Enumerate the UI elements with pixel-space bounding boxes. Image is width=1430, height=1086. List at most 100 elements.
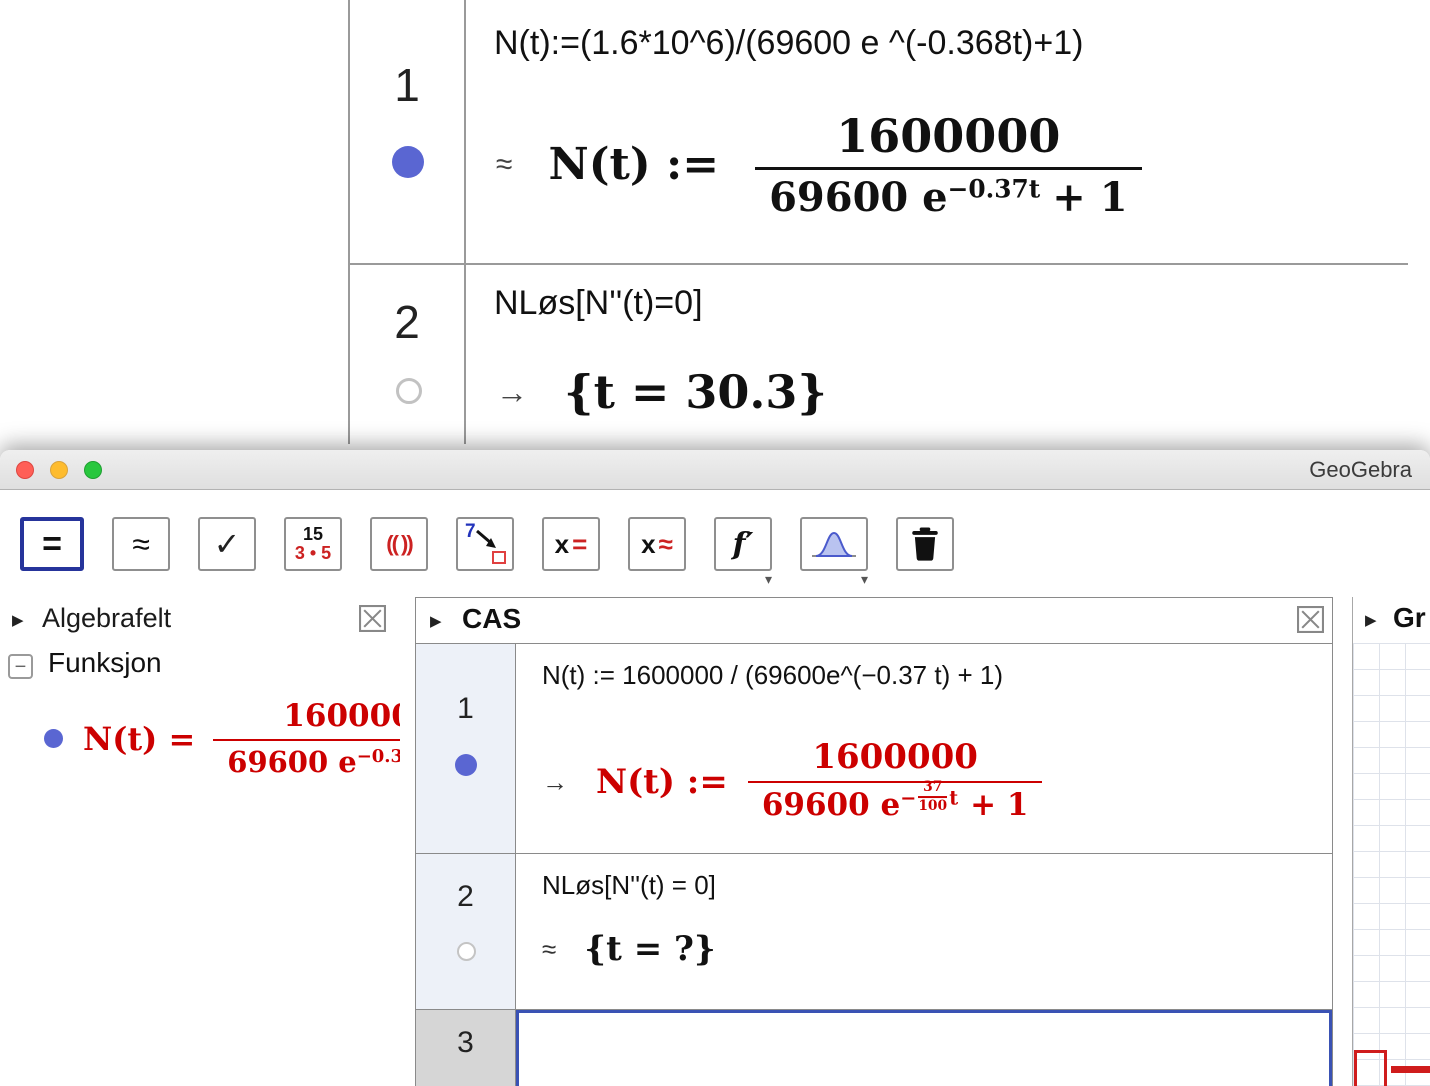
close-window-button[interactable]: [16, 461, 34, 479]
cas-output-row[interactable]: ≈ N(t) := 1600000 69600 e−0.37t+ 1: [496, 110, 1142, 221]
cas-row-number-cell[interactable]: 1: [416, 644, 516, 853]
result-fraction: 1600000 69600 e−0.37t+ 1: [755, 110, 1141, 221]
approx-glyph: ≈: [132, 526, 150, 563]
solve-button[interactable]: x=: [542, 517, 600, 571]
result-text: {t = 30.3}: [564, 366, 827, 419]
fraction-denominator: 69600 e−0.37t+ 1: [213, 739, 400, 779]
denominator-tail: + 1: [1052, 174, 1127, 221]
background-cas-row-number-column: 1 2: [350, 0, 466, 444]
exponent-variable: t: [949, 788, 958, 810]
result-lhs: N(t) :=: [548, 140, 719, 191]
denominator-exponent: −0.37t: [357, 747, 400, 768]
chevron-down-icon[interactable]: ▾: [765, 571, 772, 588]
normal-curve-icon: [810, 527, 858, 561]
graph-red-rectangle: [1354, 1050, 1387, 1086]
arrow-prefix: →: [542, 767, 568, 798]
equals-glyph: =: [42, 525, 62, 564]
cas-cell[interactable]: NLøs[N''(t) = 0] ≈ {t = ?}: [516, 854, 1332, 1009]
cas-output-row: → N(t) := 1600000 69600 e−37100t + 1: [542, 738, 1042, 826]
disclosure-triangle-icon[interactable]: ▶: [1365, 611, 1377, 629]
numeric-solve-button[interactable]: x≈: [628, 517, 686, 571]
nsolve-approx-glyph: ≈: [659, 529, 673, 560]
solve-x-glyph: x: [555, 529, 569, 560]
denominator-exponent: −37100t: [900, 781, 958, 815]
probability-calculator-button[interactable]: ▾: [800, 517, 868, 571]
fraction-numerator: 1600000: [748, 738, 1043, 781]
exponent-fraction-numerator: 37: [918, 780, 947, 798]
hidden-object-circle-icon[interactable]: [457, 942, 476, 961]
show-object-dot-icon[interactable]: [455, 754, 477, 776]
factor-top-text: 15: [303, 525, 323, 544]
section-label: Funksjon: [48, 647, 162, 679]
cas-row-number-cell[interactable]: 2: [416, 854, 516, 1009]
result-lhs: N(t) :=: [596, 763, 728, 802]
cas-input-text[interactable]: NLøs[N''(t) = 0]: [542, 870, 716, 901]
cas-row-number[interactable]: 2: [350, 295, 464, 349]
derivative-icon: f′: [733, 527, 754, 562]
algebra-view-panel: ▶ Algebrafelt − Funksjon N(t) = 1600000 …: [0, 597, 400, 1086]
cas-row-number: 2: [416, 880, 515, 914]
screen: 1 2 N(t):=(1.6*10^6)/(69600 e ^(-0.368t)…: [0, 0, 1430, 1086]
exponent-sign: −: [900, 788, 916, 810]
disclosure-triangle-icon[interactable]: ▶: [12, 611, 24, 629]
minimize-window-button[interactable]: [50, 461, 68, 479]
derivative-button[interactable]: f′ ▾: [714, 517, 772, 571]
solve-equals-glyph: =: [572, 529, 587, 560]
close-icon[interactable]: [359, 605, 386, 632]
cas-cell[interactable]: N(t) := 1600000 / (69600e^(−0.37 t) + 1)…: [516, 644, 1332, 853]
expand-button[interactable]: (( )): [370, 517, 428, 571]
delete-button[interactable]: [896, 517, 954, 571]
cas-input-text[interactable]: N(t):=(1.6*10^6)/(69600 e ^(-0.368t)+1): [494, 24, 1083, 63]
evaluate-button[interactable]: =: [20, 517, 84, 571]
substitute-digit: 7: [465, 521, 476, 543]
algebra-function-item[interactable]: N(t) = 1600000 69600 e−0.37t+ 1: [44, 699, 400, 779]
disclosure-triangle-icon[interactable]: ▶: [430, 612, 442, 630]
fraction-denominator: 69600 e−37100t + 1: [748, 781, 1043, 826]
substitute-button[interactable]: 7: [456, 517, 514, 571]
window-title: GeoGebra: [1309, 457, 1412, 483]
cas-row-number[interactable]: 1: [350, 58, 464, 112]
cas-output-row: ≈ {t = ?}: [542, 930, 716, 969]
solve-icon: x=: [555, 529, 588, 560]
parentheses-icon: (( )): [386, 531, 411, 557]
cas-row-number-cell-selected[interactable]: 3: [416, 1010, 516, 1086]
keep-input-button[interactable]: ✓: [198, 517, 256, 571]
geogebra-window: GeoGebra = ≈ ✓ 15 3 • 5 (( )) 7: [0, 450, 1430, 1086]
cas-input-field[interactable]: [516, 1010, 1332, 1086]
title-bar[interactable]: GeoGebra: [0, 450, 1430, 490]
close-icon[interactable]: [1297, 606, 1324, 633]
cas-row-3: 3: [416, 1010, 1332, 1086]
show-object-dot-icon[interactable]: [392, 146, 424, 178]
graphics-panel-title: Gr: [1393, 602, 1426, 634]
substitute-arrow-icon: [475, 529, 501, 553]
fraction-numerator: 1600000: [755, 110, 1141, 167]
cas-toolbar: = ≈ ✓ 15 3 • 5 (( )) 7 x=: [0, 491, 1430, 597]
factor-button[interactable]: 15 3 • 5: [284, 517, 342, 571]
result-fraction: 1600000 69600 e−37100t + 1: [748, 738, 1043, 826]
denominator-base: 69600 e: [762, 787, 900, 823]
background-cas-window: 1 2 N(t):=(1.6*10^6)/(69600 e ^(-0.368t)…: [348, 0, 1430, 444]
cas-input-text[interactable]: NLøs[N''(t)=0]: [494, 284, 703, 323]
arrow-prefix: →: [496, 374, 528, 411]
zoom-window-button[interactable]: [84, 461, 102, 479]
hidden-object-circle-icon[interactable]: [396, 378, 422, 404]
collapse-icon[interactable]: −: [8, 654, 33, 679]
show-object-dot-icon[interactable]: [44, 729, 63, 748]
background-cas-content: N(t):=(1.6*10^6)/(69600 e ^(-0.368t)+1) …: [468, 0, 1430, 444]
graphics-canvas[interactable]: [1353, 643, 1430, 1086]
cas-row-number: 3: [416, 1026, 515, 1060]
cas-input-text[interactable]: N(t) := 1600000 / (69600e^(−0.37 t) + 1): [542, 660, 1003, 691]
numeric-evaluate-button[interactable]: ≈: [112, 517, 170, 571]
result-text: {t = ?}: [584, 930, 716, 969]
graph-red-segment: [1391, 1066, 1430, 1073]
cas-panel-header: ▶ CAS: [416, 598, 1332, 644]
denominator-tail: + 1: [970, 787, 1028, 823]
checkmark-icon: ✓: [214, 525, 241, 563]
cas-view-panel: ▶ CAS 1 N(t) := 1600000 / (69600e^(−0.37…: [415, 597, 1333, 1086]
algebra-panel-title: Algebrafelt: [42, 603, 171, 634]
cas-output-row[interactable]: → {t = 30.3}: [496, 366, 827, 419]
exponent-fraction: 37100: [918, 780, 947, 814]
approx-prefix: ≈: [496, 148, 512, 182]
chevron-down-icon[interactable]: ▾: [861, 571, 868, 588]
factor-icon: 15 3 • 5: [295, 525, 331, 564]
